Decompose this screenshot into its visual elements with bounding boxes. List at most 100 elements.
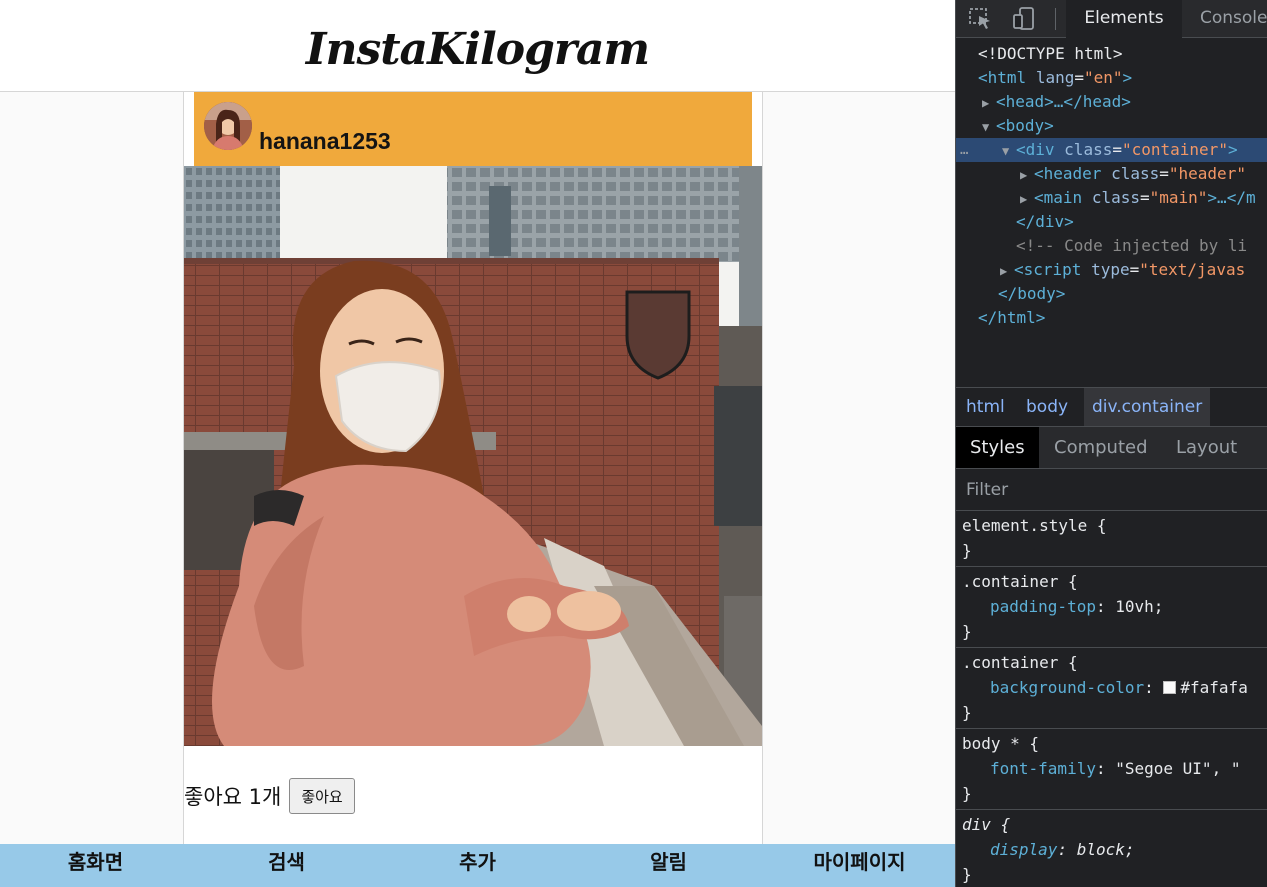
dom-node-script[interactable]: ▶ <script type="text/javas	[956, 258, 1267, 282]
tab-layout[interactable]: Layout	[1176, 427, 1237, 468]
rule-container-background[interactable]: .container { background-color: #fafafa }	[956, 648, 1267, 729]
rule-selector: .container {	[962, 572, 1078, 591]
rule-element-style[interactable]: element.style { }	[956, 511, 1267, 567]
body-tag: <body>	[996, 116, 1054, 135]
main-tag-rest: >…</m	[1207, 188, 1256, 207]
dom-node-body-close[interactable]: </body>	[956, 282, 1267, 306]
dom-node-container[interactable]: … ▼ <div class="container">	[956, 138, 1267, 162]
post-card: hanana1253 좋아요 1개 좋아요	[183, 92, 763, 844]
dom-node-html-close[interactable]: </html>	[956, 306, 1267, 330]
like-button[interactable]: 좋아요	[289, 778, 355, 814]
lang-value: "en"	[1083, 68, 1123, 87]
tab-computed[interactable]: Computed	[1054, 427, 1148, 468]
rule-selector: element.style {	[962, 516, 1107, 535]
script-tag: <script	[1014, 260, 1082, 279]
property-name: display	[990, 840, 1058, 859]
site-header: InstaKilogram	[0, 0, 955, 92]
dom-node-head[interactable]: ▶ <head>…</head>	[956, 90, 1267, 114]
expand-triangle-icon[interactable]: ▶	[1020, 187, 1034, 211]
styles-filter-input[interactable]: Filter	[956, 469, 1267, 511]
toolbar-divider	[1055, 8, 1056, 30]
header-tag: <header	[1034, 164, 1102, 183]
property-value: #fafafa	[1180, 678, 1248, 697]
dom-node-doctype[interactable]: <!DOCTYPE html>	[956, 42, 1267, 66]
rule-declaration[interactable]: padding-top: 10vh;	[962, 594, 1267, 619]
nav-add[interactable]: 추가	[382, 844, 573, 887]
nav-mypage[interactable]: 마이페이지	[764, 844, 955, 887]
collapse-triangle-icon[interactable]: ▼	[982, 115, 996, 139]
collapse-triangle-icon[interactable]: ▼	[1002, 139, 1016, 163]
main-value: "main"	[1149, 188, 1208, 207]
html-tag: <html	[978, 68, 1027, 87]
dom-node-html[interactable]: <html lang="en">	[956, 66, 1267, 90]
styles-rules: element.style { } .container { padding-t…	[956, 511, 1267, 887]
likes-count: 좋아요 1개	[184, 785, 282, 809]
rule-selector: div {	[962, 815, 1011, 834]
rule-close: }	[962, 865, 972, 884]
devtools-toolbar: Elements Console	[956, 0, 1267, 38]
tab-elements[interactable]: Elements	[1066, 0, 1182, 38]
dom-node-main[interactable]: ▶ <main class="main">…</m	[956, 186, 1267, 210]
container-attr: class	[1064, 140, 1113, 159]
property-name: padding-top	[990, 597, 1096, 616]
tab-styles[interactable]: Styles	[956, 427, 1039, 468]
site-logo[interactable]: InstaKilogram	[306, 24, 650, 75]
post-photo	[184, 166, 762, 746]
container-tag-end: >	[1227, 140, 1238, 159]
doctype-text: <!DOCTYPE html>	[978, 44, 1123, 63]
rule-declaration[interactable]: display: block;	[962, 837, 1267, 862]
rule-div-display[interactable]: div { display: block; }	[956, 810, 1267, 887]
inspect-element-icon[interactable]	[968, 7, 994, 31]
rule-body-font[interactable]: body * { font-family: "Segoe UI", " }	[956, 729, 1267, 810]
script-value: "text/javas	[1139, 260, 1246, 279]
nav-home[interactable]: 홈화면	[0, 844, 191, 887]
post-username[interactable]: hanana1253	[259, 128, 391, 155]
rule-declaration[interactable]: background-color: #fafafa	[962, 675, 1267, 700]
rule-close: }	[962, 703, 972, 722]
web-page: InstaKilogram hanana1253 좋아요 1개 좋아요 홈화면 …	[0, 0, 955, 887]
expand-triangle-icon[interactable]: ▶	[1000, 259, 1014, 283]
rule-declaration[interactable]: font-family: "Segoe UI", "	[962, 756, 1267, 781]
expand-triangle-icon[interactable]: ▶	[1020, 163, 1034, 187]
rule-close: }	[962, 622, 972, 641]
container-tag: <div	[1016, 140, 1055, 159]
rule-selector: .container {	[962, 653, 1078, 672]
div-close-tag: </div>	[1016, 212, 1074, 231]
lang-attr: lang	[1035, 68, 1075, 87]
main-tag: <main	[1034, 188, 1083, 207]
dom-node-div-close[interactable]: </div>	[956, 210, 1267, 234]
color-swatch-icon[interactable]	[1163, 681, 1177, 694]
devtools-panel: Elements Console <!DOCTYPE html> <html l…	[955, 0, 1267, 887]
property-value: 10vh;	[1115, 597, 1164, 616]
expand-triangle-icon[interactable]: ▶	[982, 91, 996, 115]
script-attr: type	[1091, 260, 1130, 279]
comment-text: <!-- Code injected by li	[1016, 236, 1248, 255]
main-attr: class	[1091, 188, 1140, 207]
nav-notifications[interactable]: 알림	[573, 844, 764, 887]
avatar[interactable]	[204, 102, 252, 150]
bottom-nav: 홈화면 검색 추가 알림 마이페이지	[0, 844, 955, 887]
rule-close: }	[962, 784, 972, 803]
property-value: "Segoe UI", "	[1115, 759, 1241, 778]
dom-tree: <!DOCTYPE html> <html lang="en"> ▶ <head>…	[956, 42, 1267, 330]
property-name: font-family	[990, 759, 1096, 778]
likes-row: 좋아요 1개 좋아요	[184, 778, 355, 814]
device-toolbar-icon[interactable]	[1011, 7, 1037, 31]
post-header: hanana1253	[194, 92, 752, 166]
breadcrumb: html body div.container	[956, 387, 1267, 427]
html-close-tag: </html>	[978, 308, 1046, 327]
dom-node-header[interactable]: ▶ <header class="header"	[956, 162, 1267, 186]
breadcrumb-html[interactable]: html	[966, 388, 1005, 426]
dom-node-comment[interactable]: <!-- Code injected by li	[956, 234, 1267, 258]
rule-container-padding[interactable]: .container { padding-top: 10vh; }	[956, 567, 1267, 648]
breadcrumb-div-container[interactable]: div.container	[1084, 388, 1211, 426]
breadcrumb-body[interactable]: body	[1026, 388, 1068, 426]
header-attr: class	[1111, 164, 1160, 183]
tab-console[interactable]: Console	[1200, 0, 1267, 38]
dom-node-body[interactable]: ▼ <body>	[956, 114, 1267, 138]
more-options-icon[interactable]: …	[960, 138, 968, 162]
container-value: "container"	[1121, 140, 1228, 159]
nav-search[interactable]: 검색	[191, 844, 382, 887]
rule-close: }	[962, 541, 972, 560]
rule-selector: body * {	[962, 734, 1040, 753]
